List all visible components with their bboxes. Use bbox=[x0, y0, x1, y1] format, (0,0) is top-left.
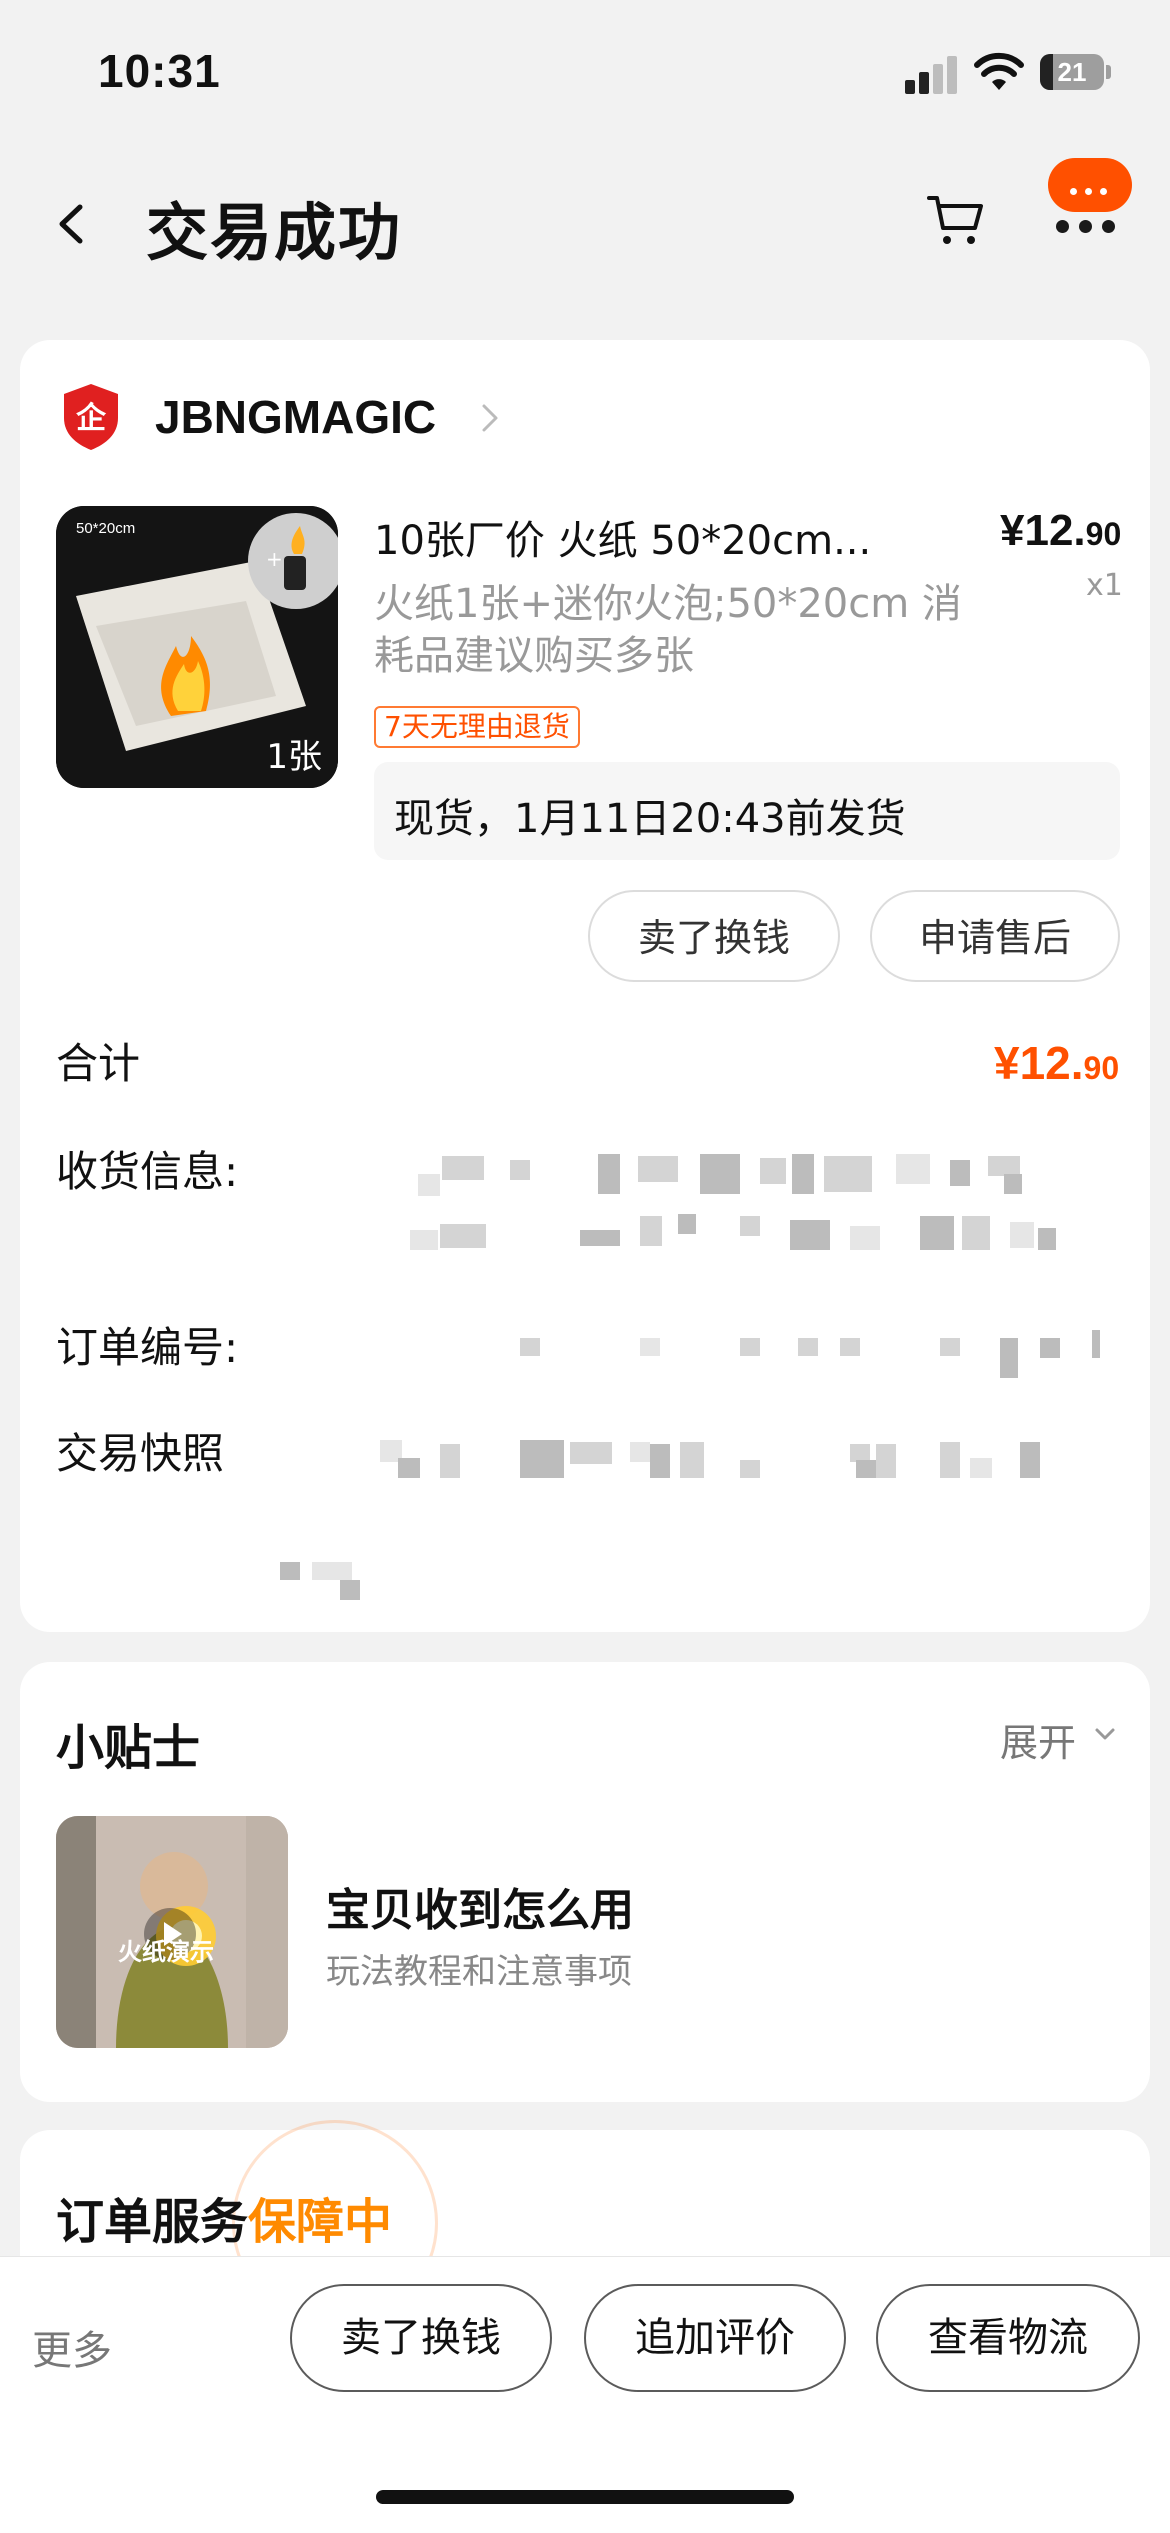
tip-subline: 玩法教程和注意事项 bbox=[326, 1952, 632, 1992]
return-policy-badge: 7天无理由退货 bbox=[374, 706, 580, 748]
thumb-count-label: 1张 bbox=[266, 737, 322, 777]
shipping-note: 现货，1月11日20:43前发货 bbox=[374, 762, 1120, 860]
snapshot-redacted[interactable] bbox=[280, 1436, 1120, 1606]
shipping-note-text: 现货，1月11日20:43前发货 bbox=[394, 796, 906, 842]
svg-text:+: + bbox=[266, 547, 283, 571]
sell-for-cash-button[interactable]: 卖了换钱 bbox=[290, 2284, 552, 2392]
guarantee-status: 保障中 bbox=[248, 2194, 393, 2250]
home-indicator[interactable] bbox=[376, 2490, 794, 2504]
product-quantity: x1 bbox=[1086, 568, 1123, 603]
more-link[interactable]: 更多 bbox=[32, 2318, 112, 2376]
page-title: 交易成功 bbox=[146, 196, 403, 269]
battery-icon: 21 bbox=[1040, 54, 1112, 90]
order-number-label: 订单编号: bbox=[56, 1323, 239, 1372]
shop-badge-icon: 企 bbox=[64, 384, 118, 450]
tip-headline[interactable]: 宝贝收到怎么用 bbox=[326, 1874, 634, 1938]
product-sku: 火纸1张+迷你火泡;50*20cm 消耗品建议购买多张 bbox=[374, 581, 962, 679]
video-caption: 火纸演示 bbox=[118, 1938, 214, 1966]
shop-name[interactable]: JBNGMAGIC bbox=[155, 390, 436, 444]
status-time: 10:31 bbox=[98, 45, 221, 97]
order-services-title: 订单服务保障中 bbox=[56, 2194, 393, 2250]
more-dots-icon[interactable] bbox=[1056, 218, 1125, 237]
total-label: 合计 bbox=[56, 1039, 141, 1088]
expand-button[interactable]: 展开 bbox=[1000, 1712, 1076, 1767]
battery-level: 21 bbox=[1057, 57, 1087, 87]
cellular-signal-icon bbox=[905, 52, 959, 94]
chevron-down-icon[interactable] bbox=[1094, 1726, 1116, 1742]
wifi-icon bbox=[974, 52, 1024, 90]
receiver-label: 收货信息: bbox=[56, 1147, 239, 1196]
receiver-info-redacted bbox=[410, 1150, 1120, 1270]
snapshot-label[interactable]: 交易快照 bbox=[56, 1420, 224, 1481]
after-sale-button[interactable]: 申请售后 bbox=[870, 890, 1120, 982]
add-review-button[interactable]: 追加评价 bbox=[584, 2284, 846, 2392]
tips-title: 小贴士 bbox=[56, 1720, 201, 1776]
chevron-left-icon[interactable] bbox=[50, 195, 90, 253]
svg-text:企: 企 bbox=[76, 401, 107, 436]
order-number-redacted bbox=[500, 1330, 1120, 1380]
product-price: ¥12.90 bbox=[1000, 506, 1122, 555]
thumb-size-label: 50*20cm bbox=[76, 520, 136, 537]
product-thumbnail[interactable]: + 50*20cm 1张 bbox=[56, 506, 338, 788]
cart-icon[interactable] bbox=[925, 188, 987, 250]
total-amount: ¥12.90 bbox=[994, 1037, 1120, 1089]
message-bubble-icon[interactable] bbox=[1048, 158, 1132, 212]
tutorial-video-thumbnail[interactable]: 火纸演示 bbox=[56, 1816, 288, 2048]
chevron-right-icon[interactable] bbox=[478, 398, 502, 438]
sell-button[interactable]: 卖了换钱 bbox=[588, 890, 840, 982]
product-title[interactable]: 10张厂价 火纸 50*20cm... bbox=[374, 508, 871, 566]
view-logistics-button[interactable]: 查看物流 bbox=[876, 2284, 1140, 2392]
